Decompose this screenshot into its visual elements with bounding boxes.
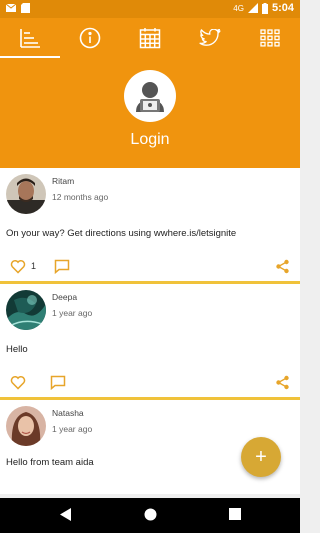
like-heart-icon[interactable] (10, 259, 26, 274)
post-time: 12 months ago (52, 192, 109, 202)
author-name[interactable]: Ritam (52, 176, 74, 186)
author-avatar[interactable] (6, 290, 46, 330)
info-icon (79, 27, 101, 49)
tab-twitter[interactable] (180, 18, 240, 58)
login-label[interactable]: Login (0, 131, 300, 149)
like-heart-icon[interactable] (10, 375, 26, 390)
mail-icon (6, 3, 16, 12)
post-text: On your way? Get directions using wwhere… (6, 228, 237, 239)
battery-icon (261, 2, 268, 14)
comment-icon[interactable] (54, 259, 70, 274)
post-actions: 1 (0, 253, 300, 281)
status-bar: 4G 5:04 (0, 0, 300, 18)
tab-bar (0, 18, 300, 58)
post-card[interactable]: Deepa 1 year ago Hello (0, 284, 300, 397)
author-photo (6, 174, 46, 214)
grid-icon (260, 29, 280, 47)
network-label: 4G (233, 3, 244, 13)
post-card[interactable]: Ritam 12 months ago On your way? Get dir… (0, 168, 300, 281)
post-actions (0, 369, 300, 397)
author-avatar[interactable] (6, 174, 46, 214)
recents-icon[interactable] (229, 508, 241, 520)
system-nav-bar (0, 498, 300, 533)
post-time: 1 year ago (52, 424, 93, 434)
sd-card-icon (21, 3, 30, 13)
post-text: Hello from team aida (6, 457, 94, 468)
twitter-icon (199, 29, 221, 46)
login-avatar-button[interactable] (124, 70, 176, 122)
status-time: 5:04 (271, 2, 294, 14)
comment-icon[interactable] (50, 375, 66, 390)
user-avatar-icon (127, 73, 173, 119)
like-count: 1 (31, 261, 37, 271)
home-icon[interactable] (144, 508, 157, 521)
post-text: Hello (6, 344, 28, 355)
author-photo (6, 406, 46, 446)
post-time: 1 year ago (52, 308, 93, 318)
feed-list-icon (20, 29, 40, 48)
profile-header: Login (0, 58, 300, 168)
author-photo (6, 290, 46, 330)
share-icon[interactable] (275, 259, 290, 274)
author-name[interactable]: Deepa (52, 292, 77, 302)
tab-apps[interactable] (240, 18, 300, 58)
fab-plus-label: + (255, 446, 267, 468)
back-icon[interactable] (60, 508, 72, 521)
signal-icon (247, 3, 258, 13)
share-icon[interactable] (275, 375, 290, 390)
author-avatar[interactable] (6, 406, 46, 446)
calendar-icon (139, 28, 161, 49)
author-name[interactable]: Natasha (52, 408, 84, 418)
tab-info[interactable] (60, 18, 120, 58)
tab-calendar[interactable] (120, 18, 180, 58)
add-post-fab[interactable]: + (241, 437, 281, 477)
tab-feed[interactable] (0, 18, 60, 58)
